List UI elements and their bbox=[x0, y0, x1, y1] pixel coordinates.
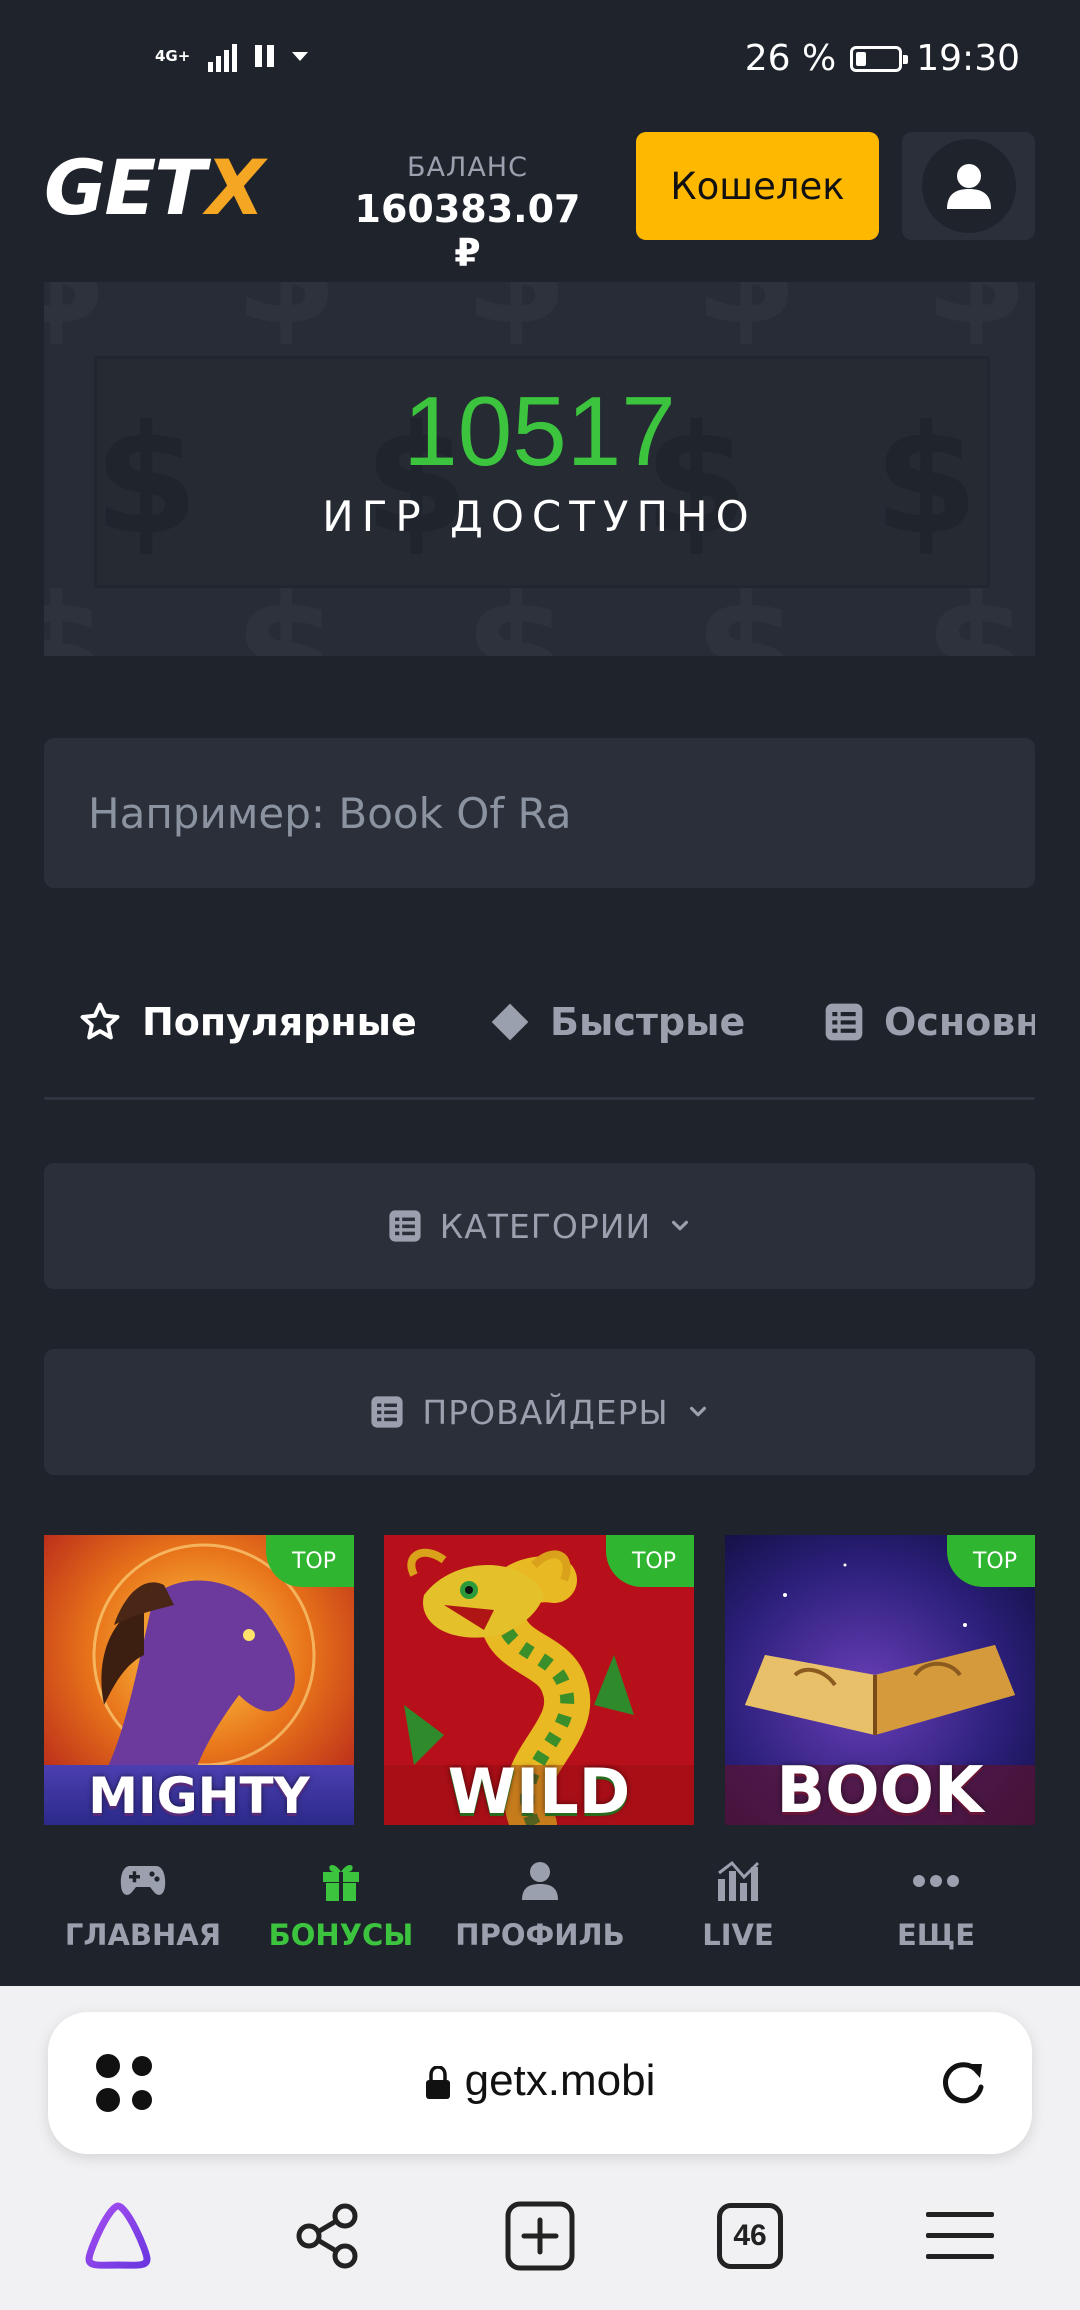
nav-profile[interactable]: ПРОФИЛЬ bbox=[440, 1856, 640, 1952]
list-icon bbox=[389, 1210, 421, 1242]
tabs-count: 46 bbox=[717, 2203, 783, 2269]
balance-block: БАЛАНС 160383.07 ₽ bbox=[345, 152, 590, 275]
url-display[interactable]: getx.mobi bbox=[48, 2056, 1032, 2106]
tab-fast[interactable]: Быстрые bbox=[490, 1000, 745, 1044]
game-tile-mighty-horses[interactable]: TOP MIGHTY bbox=[44, 1535, 354, 1825]
balance-value: 160383.07 ₽ bbox=[354, 187, 581, 275]
game-tile-wild-dragon[interactable]: TOP WILD bbox=[384, 1535, 694, 1825]
user-icon bbox=[522, 1862, 558, 1900]
tabs-divider bbox=[44, 1097, 1035, 1100]
logo-accent: X bbox=[206, 143, 265, 232]
nav-more[interactable]: ЕЩЕ bbox=[836, 1856, 1036, 1952]
balance-label: БАЛАНС bbox=[407, 152, 528, 183]
reload-icon[interactable] bbox=[938, 2058, 988, 2108]
nav-home[interactable]: ГЛАВНАЯ bbox=[43, 1856, 243, 1952]
hamburger-menu-icon[interactable] bbox=[920, 2196, 1000, 2276]
list-icon bbox=[825, 1003, 863, 1041]
new-tab-icon[interactable] bbox=[500, 2196, 580, 2276]
list-icon bbox=[371, 1396, 403, 1428]
lock-icon bbox=[425, 2065, 450, 2100]
star-icon bbox=[80, 1002, 120, 1040]
gamepad-icon bbox=[120, 1866, 166, 1895]
status-bar: 4G+ 26 % 19:30 bbox=[0, 0, 1080, 120]
getx-logo[interactable]: GETX bbox=[44, 150, 265, 226]
url-text: getx.mobi bbox=[464, 2056, 656, 2105]
top-badge: TOP bbox=[266, 1535, 354, 1587]
battery-percent: 26 % bbox=[744, 38, 837, 79]
diamond-icon bbox=[491, 1003, 529, 1041]
pause-icon bbox=[255, 45, 275, 67]
tab-popular[interactable]: Популярные bbox=[78, 1000, 417, 1044]
logo-main: GET bbox=[44, 143, 206, 232]
game-tile-book[interactable]: TOP BOOK bbox=[725, 1535, 1035, 1825]
nav-more-label: ЕЩЕ bbox=[896, 1918, 976, 1952]
more-dots-icon bbox=[913, 1875, 959, 1887]
app-header: GETX БАЛАНС 160383.07 ₽ Кошелек bbox=[0, 120, 1080, 280]
categories-label: КАТЕГОРИИ bbox=[439, 1206, 652, 1246]
dropdown-caret-icon bbox=[292, 51, 309, 61]
tab-fast-label: Быстрые bbox=[550, 1000, 746, 1044]
providers-dropdown[interactable]: ПРОВАЙДЕРЫ bbox=[44, 1349, 1035, 1475]
nav-bonuses[interactable]: БОНУСЫ bbox=[241, 1856, 441, 1952]
tab-main[interactable]: Основн bbox=[824, 1000, 1035, 1044]
top-badge: TOP bbox=[606, 1535, 694, 1587]
nav-profile-label: ПРОФИЛЬ bbox=[455, 1918, 625, 1952]
address-bar[interactable]: getx.mobi bbox=[48, 2012, 1032, 2154]
user-icon bbox=[946, 164, 991, 209]
games-count: 10517 bbox=[403, 376, 676, 486]
clock: 19:30 bbox=[916, 38, 1020, 79]
nav-home-label: ГЛАВНАЯ bbox=[64, 1918, 222, 1952]
game-title: WILD bbox=[447, 1755, 631, 1825]
categories-dropdown[interactable]: КАТЕГОРИИ bbox=[44, 1163, 1035, 1289]
gift-icon bbox=[323, 1865, 359, 1901]
browser-chrome: getx.mobi 46 bbox=[0, 1986, 1080, 2310]
tab-main-label: Основн bbox=[884, 1000, 1035, 1044]
games-available-banner: $$$$$ $$$$$ $$$$ 10517 ИГР ДОСТУПНО bbox=[44, 282, 1035, 656]
battery-icon bbox=[850, 45, 909, 72]
nav-live[interactable]: LIVE bbox=[638, 1856, 838, 1952]
network-type: 4G+ bbox=[155, 46, 191, 65]
profile-button[interactable] bbox=[902, 132, 1035, 240]
nav-bonuses-label: БОНУСЫ bbox=[268, 1918, 414, 1952]
wallet-button[interactable]: Кошелек bbox=[636, 132, 879, 240]
share-icon[interactable] bbox=[288, 2196, 368, 2276]
game-tabs: Популярные Быстрые Основн bbox=[44, 960, 1035, 1100]
providers-label: ПРОВАЙДЕРЫ bbox=[422, 1392, 669, 1432]
game-title: BOOK bbox=[776, 1754, 984, 1825]
chevron-down-icon bbox=[689, 1406, 706, 1417]
tab-popular-label: Популярные bbox=[142, 1000, 417, 1044]
game-title: MIGHTY bbox=[88, 1767, 310, 1825]
game-search-input[interactable] bbox=[44, 738, 1035, 888]
tabs-count-button[interactable]: 46 bbox=[710, 2196, 790, 2276]
games-label: ИГР ДОСТУПНО bbox=[322, 492, 757, 541]
chevron-down-icon bbox=[672, 1220, 689, 1231]
site-bottom-nav: ГЛАВНАЯ БОНУСЫ ПРОФИЛЬ LIVE ЕЩЕ bbox=[0, 1826, 1080, 1986]
top-badge: TOP bbox=[947, 1535, 1035, 1587]
signal-icon bbox=[208, 40, 238, 72]
alice-assistant-icon[interactable] bbox=[78, 2196, 158, 2276]
nav-live-label: LIVE bbox=[702, 1918, 774, 1952]
chart-icon bbox=[718, 1860, 760, 1901]
